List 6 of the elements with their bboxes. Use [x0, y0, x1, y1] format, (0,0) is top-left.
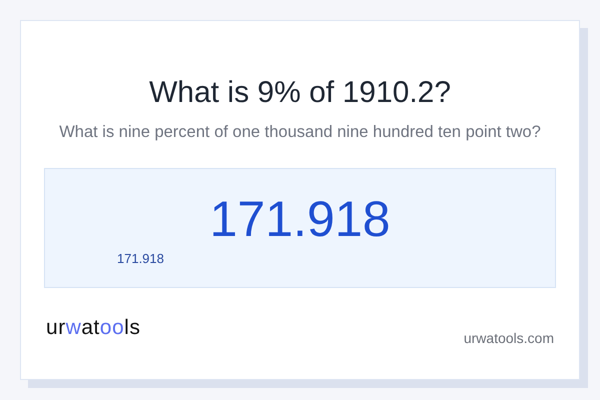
page-title: What is 9% of 1910.2? [149, 75, 451, 111]
result-small-value: 171.918 [117, 251, 164, 266]
domain-text: urwatools.com [464, 330, 554, 346]
logo: urwatools [46, 316, 140, 340]
result-value: 171.918 [210, 190, 390, 249]
subtitle: What is nine percent of one thousand nine hundred ten point two? [59, 122, 541, 143]
